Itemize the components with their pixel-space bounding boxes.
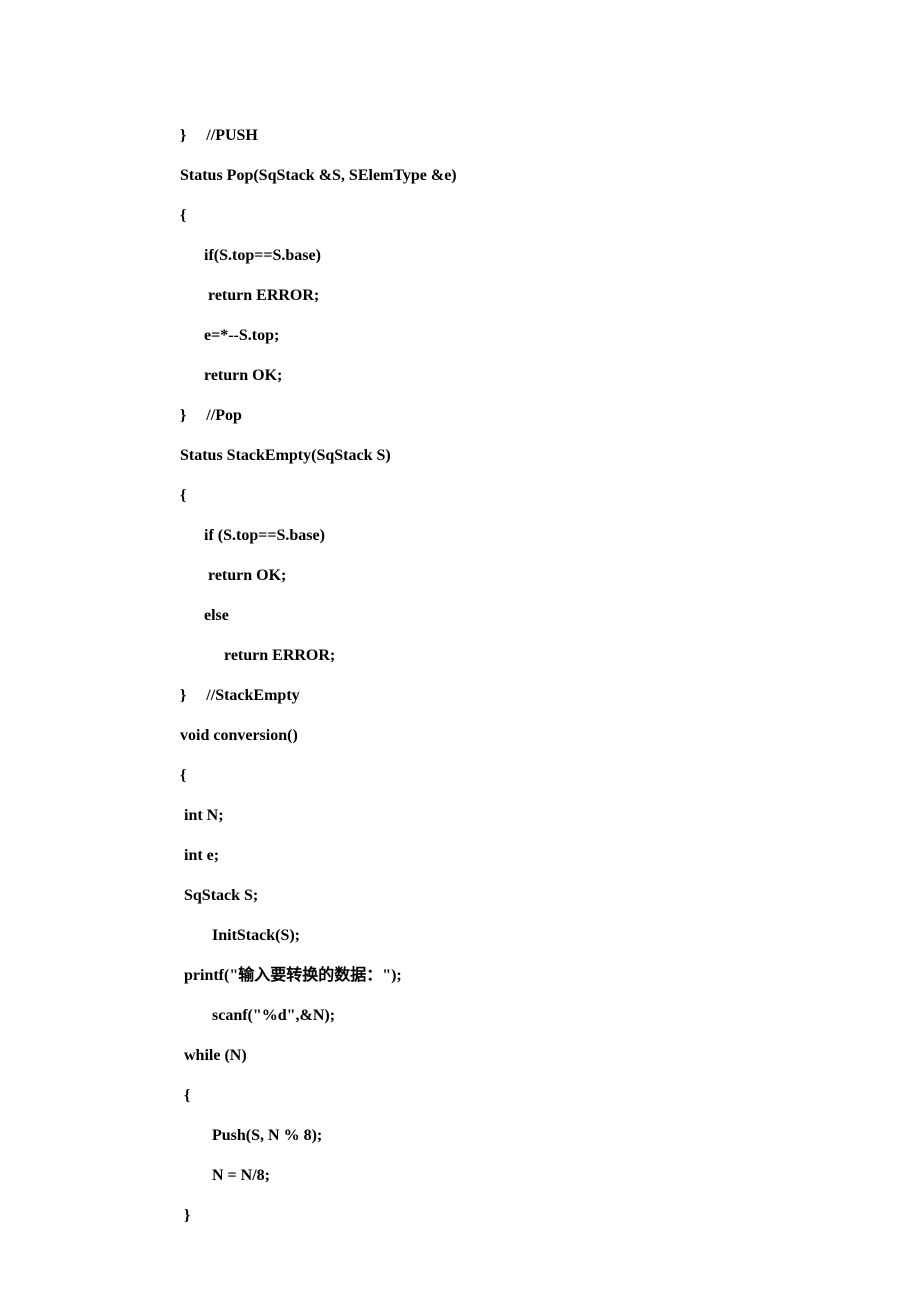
code-line: { [180, 1076, 920, 1116]
code-line: return ERROR; [180, 276, 920, 316]
code-line: Push(S, N % 8); [180, 1116, 920, 1156]
code-line: return ERROR; [180, 636, 920, 676]
code-line: void conversion() [180, 716, 920, 756]
code-line: } [180, 1196, 920, 1236]
code-line: e=*--S.top; [180, 316, 920, 356]
code-line: int e; [180, 836, 920, 876]
code-line: } //StackEmpty [180, 676, 920, 716]
code-line: Status Pop(SqStack &S, SElemType &e) [180, 156, 920, 196]
code-line: } //PUSH [180, 116, 920, 156]
code-line: Status StackEmpty(SqStack S) [180, 436, 920, 476]
code-line: { [180, 756, 920, 796]
code-line: while (N) [180, 1036, 920, 1076]
code-line: N = N/8; [180, 1156, 920, 1196]
code-line: if (S.top==S.base) [180, 516, 920, 556]
code-line: if(S.top==S.base) [180, 236, 920, 276]
code-line: { [180, 476, 920, 516]
code-line: printf("输入要转换的数据："); [180, 956, 920, 996]
code-line: int N; [180, 796, 920, 836]
code-line: SqStack S; [180, 876, 920, 916]
code-line: } //Pop [180, 396, 920, 436]
code-line: return OK; [180, 556, 920, 596]
code-line: scanf("%d",&N); [180, 996, 920, 1036]
code-line: { [180, 196, 920, 236]
code-line: InitStack(S); [180, 916, 920, 956]
code-block: } //PUSH Status Pop(SqStack &S, SElemTyp… [180, 116, 920, 1236]
code-line: else [180, 596, 920, 636]
code-line: return OK; [180, 356, 920, 396]
